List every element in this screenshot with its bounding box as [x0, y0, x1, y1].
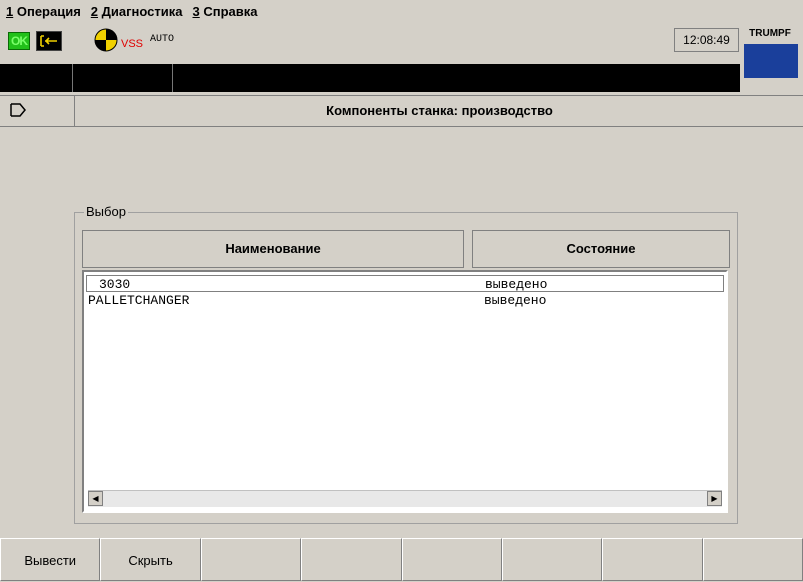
- clock: 12:08:49: [674, 28, 739, 52]
- brand-name: TRUMPF: [749, 28, 791, 39]
- list-item[interactable]: 3030 выведено: [86, 275, 724, 292]
- mode-label: AUTO: [150, 34, 175, 45]
- message-bar: [0, 64, 740, 92]
- softkey-6[interactable]: [501, 538, 603, 581]
- softkey-release[interactable]: Вывести: [0, 538, 101, 581]
- title-bar: Компоненты станка: производство: [0, 95, 803, 127]
- list-item-name: PALLETCHANGER: [88, 293, 190, 308]
- exit-button[interactable]: [0, 96, 75, 126]
- status-bar: OK VSS AUTO 12:08:49 TRUMPF: [0, 22, 803, 78]
- list-item-name: 3030: [99, 277, 131, 292]
- ok-status-icon: OK: [8, 32, 30, 50]
- vss-target-icon: [94, 28, 118, 52]
- menu-help[interactable]: 3 Справка: [187, 4, 262, 19]
- arrow-left-icon[interactable]: ◀: [88, 491, 103, 506]
- softkey-bar: Вывести Скрыть: [0, 538, 803, 581]
- arrow-right-icon[interactable]: ▶: [707, 491, 722, 506]
- softkey-hide[interactable]: Скрыть: [100, 538, 201, 581]
- vss-label: VSS: [121, 38, 144, 50]
- brand-logo: [744, 44, 798, 78]
- exit-arrow-icon: [10, 103, 26, 117]
- connection-icon: [36, 31, 62, 51]
- softkey-7[interactable]: [602, 538, 703, 581]
- horizontal-scrollbar[interactable]: ◀ ▶: [88, 490, 722, 507]
- selection-group-label: Выбор: [84, 204, 128, 219]
- softkey-5[interactable]: [401, 538, 502, 581]
- menu-operation[interactable]: 1 Операция: [0, 4, 85, 19]
- column-header-state[interactable]: Состояние: [472, 230, 730, 268]
- components-list[interactable]: 3030 выведено PALLETCHANGER выведено ◀ ▶: [82, 270, 728, 513]
- list-item-state: выведено: [484, 293, 547, 308]
- softkey-4[interactable]: [301, 538, 402, 581]
- list-item[interactable]: PALLETCHANGER выведено: [86, 292, 724, 309]
- page-title: Компоненты станка: производство: [326, 103, 553, 118]
- message-divider: [172, 64, 173, 92]
- menu-diagnostics[interactable]: 2 Диагностика: [85, 4, 187, 19]
- message-divider: [72, 64, 73, 92]
- list-item-state: выведено: [485, 277, 548, 292]
- softkey-3[interactable]: [200, 538, 302, 581]
- menu-bar: 1 Операция 2 Диагностика 3 Справка: [0, 0, 803, 22]
- softkey-8[interactable]: [702, 538, 803, 581]
- column-header-name[interactable]: Наименование: [82, 230, 464, 268]
